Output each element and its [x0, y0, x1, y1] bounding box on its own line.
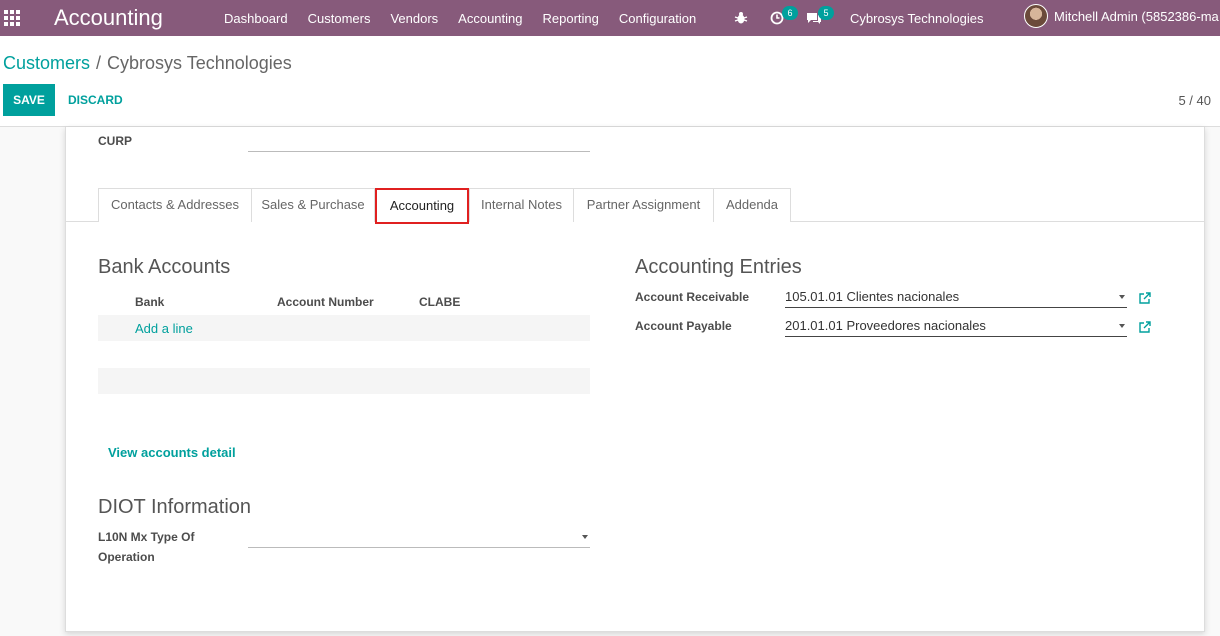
menu-configuration[interactable]: Configuration	[609, 11, 706, 26]
notebook-tabs: Contacts & Addresses Sales & Purchase Ac…	[66, 188, 1204, 224]
tab-accounting[interactable]: Accounting	[375, 188, 469, 224]
curp-input[interactable]	[248, 151, 590, 152]
tab-addenda[interactable]: Addenda	[713, 188, 791, 222]
form-sheet: CURP Contacts & Addresses Sales & Purcha…	[65, 127, 1205, 632]
chevron-down-icon	[1119, 324, 1125, 328]
control-panel: Customers / Cybrosys Technologies SAVE DIS…	[0, 36, 1220, 127]
bank-row-band	[98, 368, 590, 394]
external-link-icon[interactable]	[1138, 291, 1152, 305]
accounting-entries-title: Accounting Entries	[635, 256, 802, 278]
menu-reporting[interactable]: Reporting	[533, 11, 609, 26]
account-receivable-label: Account Receivable	[635, 290, 750, 304]
l10n-type-operation-select[interactable]	[248, 526, 590, 548]
l10n-type-operation-label-line2: Operation	[98, 550, 155, 564]
column-clabe[interactable]: CLABE	[419, 295, 460, 309]
messages-chat-icon[interactable]: 5	[806, 0, 834, 36]
chevron-down-icon	[582, 535, 588, 539]
menu-accounting[interactable]: Accounting	[448, 11, 532, 26]
app-brand[interactable]: Accounting	[54, 5, 163, 31]
menu-dashboard[interactable]: Dashboard	[214, 11, 298, 26]
menu-customers[interactable]: Customers	[298, 11, 381, 26]
company-switcher[interactable]: Cybrosys Technologies	[850, 11, 983, 26]
debug-bug-icon[interactable]	[734, 0, 748, 36]
account-payable-value: 201.01.01 Proveedores nacionales	[785, 318, 986, 333]
messages-badge: 5	[818, 6, 834, 20]
column-account-number[interactable]: Account Number	[277, 295, 374, 309]
user-menu[interactable]: Mitchell Admin (5852386-ma	[1024, 4, 1219, 28]
breadcrumb: Customers / Cybrosys Technologies	[3, 53, 292, 74]
tab-sales-purchase[interactable]: Sales & Purchase	[251, 188, 375, 222]
external-link-icon[interactable]	[1138, 320, 1152, 334]
chevron-down-icon	[1119, 295, 1125, 299]
view-accounts-detail-button[interactable]: View accounts detail	[108, 445, 236, 460]
user-name: Mitchell Admin (5852386-ma	[1054, 8, 1219, 24]
menu-vendors[interactable]: Vendors	[380, 11, 448, 26]
activity-badge: 6	[782, 6, 798, 20]
add-a-line-link[interactable]: Add a line	[135, 321, 193, 336]
breadcrumb-current: Cybrosys Technologies	[107, 53, 292, 73]
systray: 6 5 Cybrosys Technologies	[734, 0, 983, 36]
column-bank[interactable]: Bank	[135, 295, 164, 309]
breadcrumb-customers[interactable]: Customers	[3, 53, 90, 73]
activity-clock-icon[interactable]: 6	[770, 0, 798, 36]
breadcrumb-separator: /	[96, 53, 102, 73]
curp-label: CURP	[98, 134, 133, 148]
main-menu: Dashboard Customers Vendors Accounting R…	[214, 0, 706, 36]
l10n-type-operation-label: L10N Mx Type Of	[98, 530, 195, 544]
account-receivable-value: 105.01.01 Clientes nacionales	[785, 289, 960, 304]
avatar	[1024, 4, 1048, 28]
tab-partner-assignment[interactable]: Partner Assignment	[573, 188, 714, 222]
tab-internal-notes[interactable]: Internal Notes	[469, 188, 574, 222]
save-button[interactable]: SAVE	[3, 84, 55, 116]
top-navbar: Accounting Dashboard Customers Vendors A…	[0, 0, 1220, 36]
account-payable-select[interactable]: 201.01.01 Proveedores nacionales	[785, 315, 1127, 337]
account-payable-label: Account Payable	[635, 319, 732, 333]
discard-button[interactable]: DISCARD	[60, 84, 131, 116]
apps-menu-icon[interactable]	[4, 10, 20, 26]
diot-information-title: DIOT Information	[98, 496, 252, 518]
tab-contacts-addresses[interactable]: Contacts & Addresses	[98, 188, 252, 222]
pager-value[interactable]: 5 / 40	[1178, 93, 1211, 108]
account-receivable-select[interactable]: 105.01.01 Clientes nacionales	[785, 286, 1127, 308]
bank-accounts-title: Bank Accounts	[98, 256, 231, 278]
